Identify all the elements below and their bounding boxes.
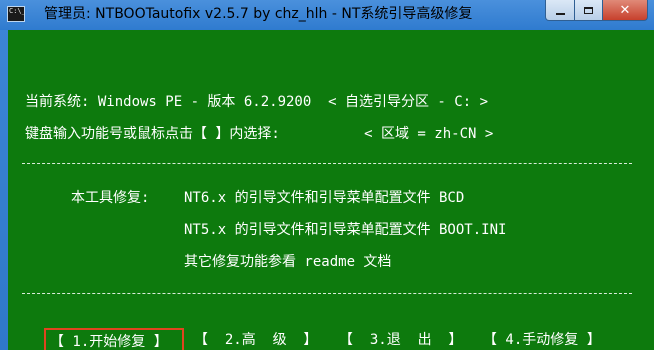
repair-item: NT6.x 的引导文件和引导菜单配置文件 BCD	[184, 190, 465, 206]
window-title: 管理员: NTBOOTautofix v2.5.7 by chz_hlh - N…	[44, 6, 473, 22]
prompt-line: 键盘输入功能号或鼠标点击【 】内选择: < 区域 = zh-CN >	[25, 126, 494, 142]
system-info-line: 当前系统: Windows PE - 版本 6.2.9200 < 自选引导分区 …	[25, 94, 489, 110]
exit-button[interactable]: 【 3.退 出 】	[339, 328, 462, 350]
title-bar[interactable]: C:\_ 管理员: NTBOOTautofix v2.5.7 by chz_hl…	[0, 0, 654, 30]
console-window: C:\_ 管理员: NTBOOTautofix v2.5.7 by chz_hl…	[0, 0, 654, 350]
maximize-button[interactable]	[574, 0, 603, 21]
separator-bottom	[22, 293, 632, 294]
repair-label: 本工具修复:	[71, 190, 150, 206]
console-area: 当前系统: Windows PE - 版本 6.2.9200 < 自选引导分区 …	[8, 30, 654, 350]
console-app-icon[interactable]: C:\_	[7, 6, 25, 22]
separator-top	[22, 163, 632, 164]
close-button[interactable]: ✕	[602, 0, 648, 21]
repair-item: NT5.x 的引导文件和引导菜单配置文件 BOOT.INI	[184, 222, 507, 238]
minimize-button[interactable]	[545, 0, 575, 21]
repair-item: 其它修复功能参看 readme 文档	[184, 254, 392, 270]
maximize-icon	[584, 6, 593, 14]
minimize-icon	[555, 12, 565, 15]
manual-repair-button[interactable]: 【 4.手动修复 】	[483, 328, 601, 350]
advanced-button[interactable]: 【 2.高 级 】	[194, 328, 317, 350]
start-repair-button[interactable]: 【 1.开始修复 】	[44, 328, 184, 350]
close-icon: ✕	[619, 2, 631, 18]
